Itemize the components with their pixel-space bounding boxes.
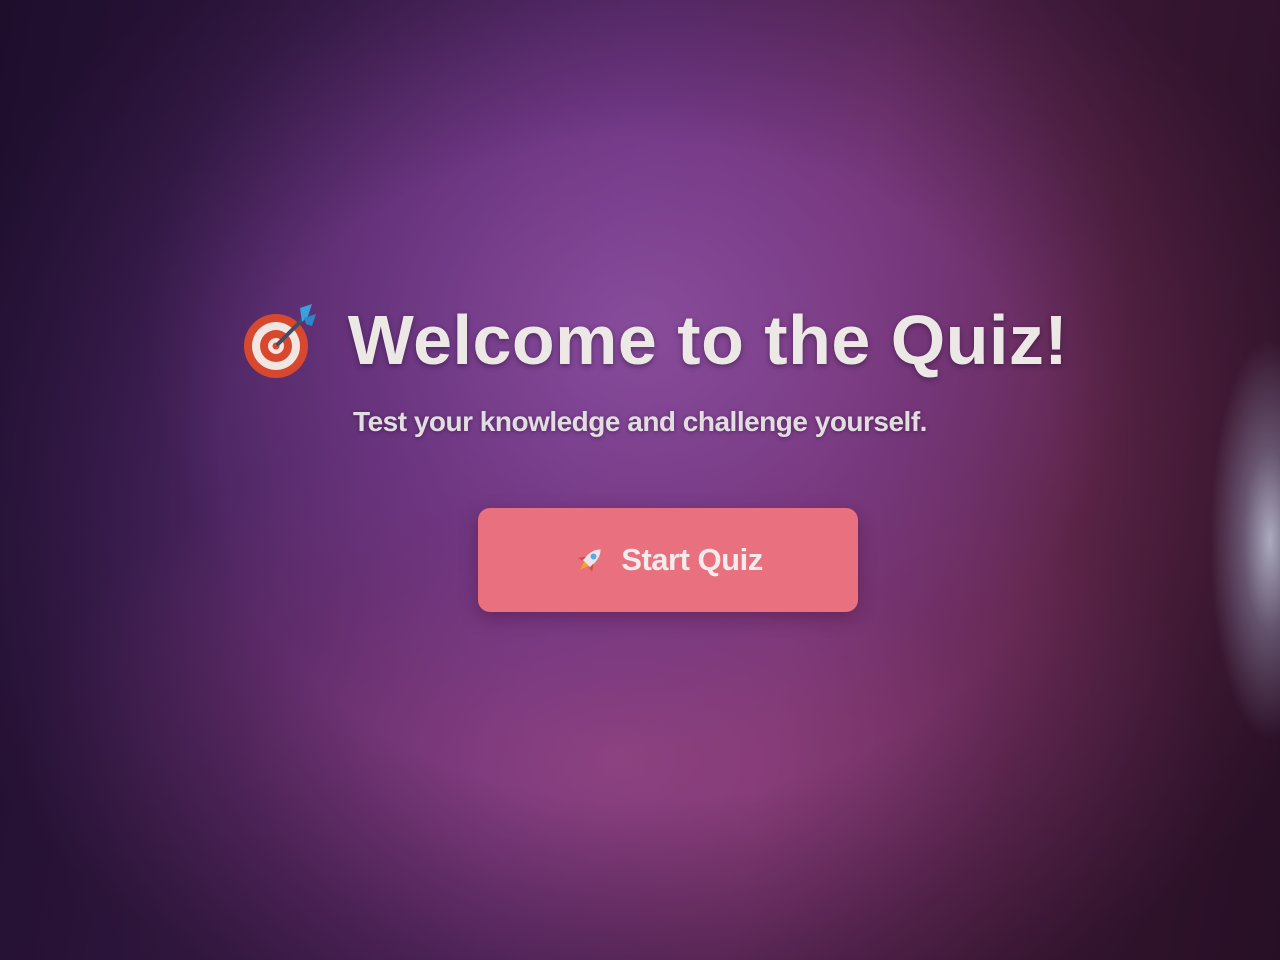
title-row: Welcome to the Quiz!	[30, 300, 1280, 380]
target-icon	[242, 300, 322, 380]
start-quiz-label: Start Quiz	[621, 542, 763, 577]
page-title: Welcome to the Quiz!	[347, 301, 1069, 379]
rocket-icon	[573, 543, 607, 577]
page-subtitle: Test your knowledge and challenge yourse…	[353, 406, 927, 437]
welcome-section: Welcome to the Quiz! Test your knowledge…	[0, 300, 1280, 438]
start-quiz-button[interactable]: Start Quiz	[478, 508, 858, 612]
background-vignette	[0, 0, 1280, 960]
